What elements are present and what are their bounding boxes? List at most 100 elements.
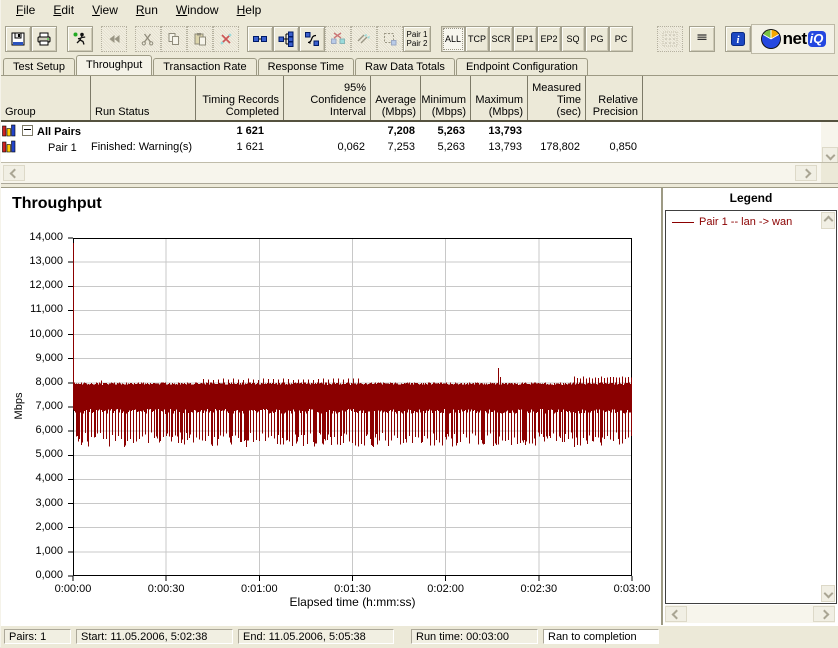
menu-window[interactable]: Window <box>167 1 228 20</box>
chevron-down-icon <box>823 588 833 599</box>
group-name: All Pairs <box>37 126 82 138</box>
column-header-maximum[interactable]: Maximum (Mbps) <box>471 76 528 120</box>
legend-entry-pair-1[interactable]: Pair 1 -- lan -> wan <box>672 216 792 228</box>
tab-transaction-rate[interactable]: Transaction Rate <box>153 58 257 75</box>
scroll-down-button[interactable] <box>821 585 835 602</box>
plot-canvas <box>68 237 633 581</box>
filter-tcp-button[interactable]: TCP <box>465 25 489 52</box>
pair-list-line2: Pair 2 <box>406 38 428 48</box>
add-pair-group-button[interactable] <box>273 25 299 52</box>
column-header-minimum[interactable]: Minimum (Mbps) <box>421 76 471 120</box>
cut-button[interactable] <box>135 25 161 52</box>
dotted-grid-button[interactable] <box>657 25 683 52</box>
abort-run-button[interactable] <box>101 25 127 52</box>
y-tick-label: 3,000 <box>35 496 63 509</box>
filter-ep1-button[interactable]: EP1 <box>513 25 537 52</box>
netiq-globe-icon <box>760 28 781 49</box>
scroll-left-button[interactable] <box>3 165 25 181</box>
table-header-row: Group Run Status Timing Records Complete… <box>1 76 838 122</box>
chevron-left-icon <box>9 168 19 178</box>
pair-list-button[interactable]: Pair 1 Pair 2 <box>403 25 431 52</box>
copy-button[interactable] <box>161 25 187 52</box>
column-header-measured-time[interactable]: Measured Time (sec) <box>528 76 586 120</box>
chevron-right-icon <box>801 168 811 178</box>
add-pair-button[interactable] <box>247 25 273 52</box>
x-axis-label: Elapsed time (h:mm:ss) <box>289 595 416 609</box>
filter-ep2-button[interactable]: EP2 <box>537 25 561 52</box>
delete-button[interactable] <box>213 25 239 52</box>
scroll-up-button[interactable] <box>821 212 835 229</box>
replicate-pair-icon <box>357 33 370 43</box>
menu-help[interactable]: Help <box>228 1 271 20</box>
tab-throughput[interactable]: Throughput <box>75 55 153 75</box>
add-pair-icon <box>253 35 267 42</box>
y-tick-label: 10,000 <box>29 327 63 340</box>
maximum-value: 13,793 <box>488 141 522 153</box>
menu-file[interactable]: File <box>7 1 44 20</box>
report-lines-icon <box>697 33 707 40</box>
table-row-all-pairs[interactable]: All Pairs 1 621 7,208 5,263 13,793 <box>1 123 838 139</box>
column-header-timing-records[interactable]: Timing Records Completed <box>196 76 284 120</box>
column-header-confidence[interactable]: 95% Confidence Interval <box>284 76 371 120</box>
status-pairs: Pairs: 1 <box>4 629 71 644</box>
filter-pc-button[interactable]: PC <box>609 25 633 52</box>
run-test-button[interactable] <box>67 25 93 52</box>
print-button[interactable] <box>31 25 57 52</box>
filter-scr-button[interactable]: SCR <box>489 25 513 52</box>
menu-edit[interactable]: Edit <box>44 1 83 20</box>
legend-panel: Legend Pair 1 -- lan -> wan <box>661 188 838 626</box>
menu-bar: File Edit View Run Window Help <box>1 0 838 20</box>
copy-icon <box>168 32 179 45</box>
clone-pair-icon <box>384 32 397 45</box>
tab-raw-data-totals[interactable]: Raw Data Totals <box>355 58 455 75</box>
timing-records-value: 1 621 <box>236 125 264 137</box>
collapse-all-pairs-icon[interactable] <box>22 125 33 136</box>
menu-run[interactable]: Run <box>127 1 167 20</box>
replicate-pair-button[interactable] <box>351 25 377 52</box>
print-icon <box>37 32 51 45</box>
column-header-run-status[interactable]: Run Status <box>91 76 196 120</box>
y-tick-label: 6,000 <box>35 424 63 437</box>
pair-list-line1: Pair 1 <box>406 29 428 39</box>
edit-pair-button[interactable] <box>325 25 351 52</box>
tab-endpoint-configuration[interactable]: Endpoint Configuration <box>455 58 588 75</box>
chevron-left-icon <box>671 609 681 619</box>
filter-sq-button[interactable]: SQ <box>561 25 585 52</box>
results-table: Group Run Status Timing Records Complete… <box>1 76 838 183</box>
filter-all-button[interactable]: ALL <box>441 25 465 52</box>
legend-horizontal-scrollbar[interactable] <box>665 605 835 623</box>
clone-pair-button[interactable] <box>377 25 403 52</box>
report-lines-button[interactable] <box>689 25 715 52</box>
average-value: 7,253 <box>387 141 415 153</box>
column-header-precision[interactable]: Relative Precision <box>586 76 643 120</box>
column-header-average[interactable]: Average (Mbps) <box>371 76 421 120</box>
scrollbar-corner <box>821 162 838 183</box>
save-icon <box>11 32 25 45</box>
scroll-right-button[interactable] <box>795 165 817 181</box>
legend-line-swatch <box>672 221 694 223</box>
menu-view[interactable]: View <box>83 1 127 20</box>
legend-vertical-scrollbar[interactable] <box>821 211 836 603</box>
column-header-group[interactable]: Group <box>1 76 91 120</box>
y-tick-label: 11,000 <box>30 303 63 316</box>
tab-test-setup[interactable]: Test Setup <box>3 58 75 75</box>
table-horizontal-scrollbar[interactable] <box>1 162 821 183</box>
scroll-left-button[interactable] <box>665 606 687 622</box>
paste-button[interactable] <box>187 25 213 52</box>
table-vertical-scrollbar[interactable] <box>821 122 838 163</box>
logo-text-net: net <box>782 28 808 48</box>
y-tick-label: 1,000 <box>35 544 63 557</box>
filter-pg-button[interactable]: PG <box>585 25 609 52</box>
scroll-right-button[interactable] <box>813 606 835 622</box>
save-button[interactable] <box>5 25 31 52</box>
help-info-button[interactable]: i <box>725 25 751 52</box>
x-tick-label: 0:01:30 <box>334 583 371 595</box>
scroll-down-button[interactable] <box>822 147 838 163</box>
status-bar: Pairs: 1 Start: 11.05.2006, 5:02:38 End:… <box>1 625 838 648</box>
y-tick-label: 2,000 <box>35 520 63 533</box>
table-row-pair-1[interactable]: Pair 1 Finished: Warning(s) 1 621 0,062 … <box>1 139 838 155</box>
swap-pair-button[interactable] <box>299 25 325 52</box>
info-icon: i <box>731 31 745 46</box>
tab-response-time[interactable]: Response Time <box>257 58 355 75</box>
throughput-chart: Throughput Mbps Elapsed time (h:mm:ss) 0… <box>1 188 659 626</box>
